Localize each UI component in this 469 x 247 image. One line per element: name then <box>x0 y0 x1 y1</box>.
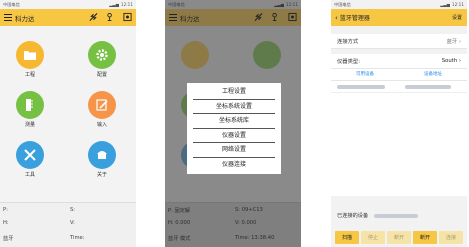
clock-text: 12:11 <box>120 2 133 7</box>
connection-method-row[interactable]: 连接方式 蓝牙 › <box>331 34 467 49</box>
signal-icon: ▂▃▅ <box>109 2 119 7</box>
carrier-text: 中国电信 <box>334 1 351 7</box>
function-grid: 工程 配置 测量 输入 工具 关于 <box>0 26 136 202</box>
gear-icon <box>253 41 281 69</box>
status-bar: 中国电信 ▂▃▅ 12:11 <box>331 0 467 9</box>
menu-item-instrument-settings[interactable]: 仪器设置 <box>193 129 275 143</box>
carrier-text: 中国电信 <box>3 1 20 7</box>
connected-device-row: 已连接的设备 <box>331 208 467 223</box>
instrument-type-value: South <box>441 58 458 64</box>
device-list-header: 可用设备 设备地址 <box>331 69 467 81</box>
disconnect-button-2[interactable]: 断开 <box>413 231 437 244</box>
app-bar: 科力达 <box>165 9 301 26</box>
connection-method-label: 连接方式 <box>337 39 359 45</box>
v-value: V: 0.000 <box>235 220 257 226</box>
tools-icon <box>16 141 44 169</box>
app-bar: 科力达 <box>0 9 136 26</box>
tile-label: 工具 <box>24 172 35 178</box>
connection-mode: 蓝牙 模式 <box>168 236 191 242</box>
tile-tools[interactable]: 工具 <box>12 141 48 178</box>
menu-item-project-settings[interactable]: 工程设置 <box>193 85 275 100</box>
settings-panel-icon[interactable] <box>288 12 297 22</box>
folder-icon <box>16 41 44 69</box>
h-value: H: <box>3 220 9 226</box>
scan-button[interactable]: 扫描 <box>335 231 359 244</box>
bluetooth-manager-screen: 中国电信 ▂▃▅ 12:11 ‹ 蓝牙管理器 设置 连接方式 蓝牙 › 仪器类型… <box>331 0 467 247</box>
app-bar: ‹ 蓝牙管理器 设置 <box>331 9 467 26</box>
device-list <box>331 81 467 196</box>
h-value: H: 0.000 <box>168 220 191 226</box>
satellite-status: S: <box>70 207 76 213</box>
status-info-panel: P: S: H: V: 蓝牙 Time: <box>0 202 136 247</box>
satellite-status: S: 09+C13 <box>235 207 263 213</box>
gear-icon <box>88 41 116 69</box>
instrument-type-row[interactable]: 仪器类型: South › <box>331 54 467 69</box>
settings-button[interactable]: 设置 <box>452 14 462 21</box>
action-button-bar: 扫描 停止 断开 断开 连接 <box>331 229 467 247</box>
satellite-icon[interactable] <box>254 12 263 22</box>
device-address-redacted <box>405 85 451 89</box>
measure-icon <box>16 91 44 119</box>
instrument-menu-dialog: 工程设置 坐标系统设置 坐标系统库 仪器设置 网络设置 仪器连接 <box>187 83 281 174</box>
menu-icon[interactable] <box>169 14 177 21</box>
tile-label: 工程 <box>24 72 35 78</box>
back-arrow-icon[interactable]: ‹ <box>335 14 338 22</box>
disconnect-button[interactable]: 断开 <box>387 231 411 244</box>
tile-input[interactable]: 输入 <box>84 91 120 128</box>
menu-item-instrument-connect[interactable]: 仪器连接 <box>193 158 275 173</box>
connect-button[interactable]: 连接 <box>439 231 463 244</box>
tile-about[interactable]: 关于 <box>84 141 120 178</box>
menu-item-network-settings[interactable]: 网络设置 <box>193 143 275 158</box>
clock-text: 12:11 <box>451 2 464 7</box>
menu-item-coordinate-library[interactable]: 坐标系统库 <box>193 114 275 129</box>
edit-icon <box>88 91 116 119</box>
connection-method-value: 蓝牙 <box>446 39 458 45</box>
settings-panel-icon[interactable] <box>123 12 132 22</box>
tile-project <box>177 41 213 69</box>
home-screen: 中国电信 ▂▃▅ 12:11 科力达 工程 配置 测量 输入 工具 关于 P: … <box>0 0 136 247</box>
tile-label: 测量 <box>24 122 35 128</box>
rover-icon[interactable] <box>106 12 115 22</box>
device-row[interactable] <box>331 81 467 93</box>
tile-label: 输入 <box>96 122 107 128</box>
app-title: 科力达 <box>15 14 35 23</box>
signal-icon: ▂▃▅ <box>274 2 284 7</box>
available-devices-header: 可用设备 <box>356 72 374 77</box>
device-address-header: 设备地址 <box>424 72 442 77</box>
tile-config[interactable]: 配置 <box>84 41 120 78</box>
tile-label: 配置 <box>96 72 107 78</box>
menu-item-coordinate-settings[interactable]: 坐标系统设置 <box>193 100 275 114</box>
menu-icon[interactable] <box>4 14 12 21</box>
folder-icon <box>181 41 209 69</box>
carrier-text: 中国电信 <box>168 1 185 7</box>
status-bar: 中国电信 ▂▃▅ 12:11 <box>165 0 301 9</box>
about-icon <box>88 141 116 169</box>
position-status: P: <box>3 207 8 213</box>
tile-config <box>249 41 285 69</box>
v-value: V: <box>70 220 75 226</box>
status-bar: 中国电信 ▂▃▅ 12:11 <box>0 0 136 9</box>
connected-device-label: 已连接的设备 <box>337 213 369 219</box>
app-title: 科力达 <box>180 14 200 23</box>
tile-project[interactable]: 工程 <box>12 41 48 78</box>
connected-device-redacted <box>374 213 419 218</box>
connection-mode: 蓝牙 <box>3 236 14 242</box>
instrument-menu-screen: 中国电信 ▂▃▅ 12:11 科力达 P: 固定解 S: 09+C13 H: 0… <box>165 0 301 247</box>
clock-text: 12:11 <box>285 2 298 7</box>
signal-icon: ▂▃▅ <box>440 2 450 7</box>
tile-measure[interactable]: 测量 <box>12 91 48 128</box>
status-info-panel: P: 固定解 S: 09+C13 H: 0.000 V: 0.000 蓝牙 模式… <box>165 202 301 247</box>
chevron-right-icon: › <box>458 58 461 64</box>
device-name-redacted <box>337 85 385 89</box>
page-title: 蓝牙管理器 <box>339 15 370 22</box>
tile-label: 关于 <box>96 172 107 178</box>
chevron-right-icon: › <box>458 39 461 45</box>
time-value: Time: <box>70 235 85 241</box>
rover-icon[interactable] <box>271 12 280 22</box>
instrument-type-label: 仪器类型: <box>337 59 360 65</box>
satellite-icon[interactable] <box>89 12 98 22</box>
position-status: P: 固定解 <box>168 208 191 214</box>
time-value: Time: 13:38:40 <box>235 235 275 241</box>
stop-button[interactable]: 停止 <box>361 231 385 244</box>
